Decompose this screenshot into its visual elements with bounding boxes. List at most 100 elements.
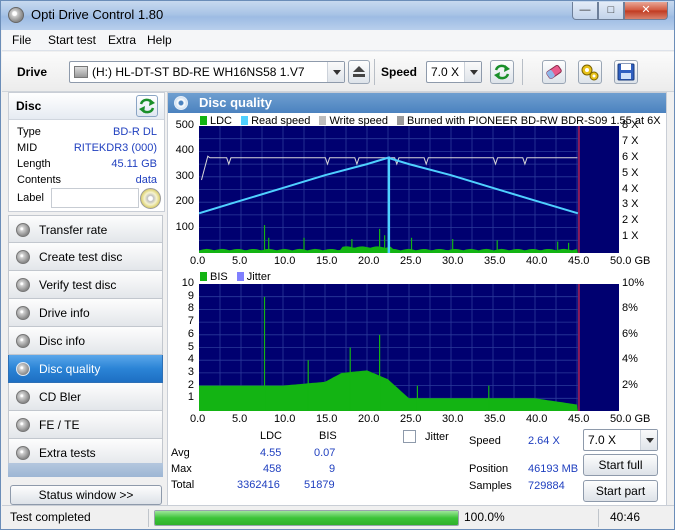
bis-area bbox=[199, 370, 578, 411]
status-window-button[interactable]: Status window >> bbox=[10, 485, 162, 505]
refresh-icon bbox=[139, 98, 155, 114]
legend-swatch bbox=[397, 116, 405, 125]
ldc-chart bbox=[199, 126, 619, 253]
legend-bis-label: BIS bbox=[210, 271, 228, 283]
stats-avg-label: Avg bbox=[171, 447, 190, 459]
nav-label: Disc info bbox=[39, 334, 86, 348]
disc-icon bbox=[16, 278, 30, 292]
disc-quality-header: Disc quality bbox=[168, 93, 666, 113]
menu-extra[interactable]: Extra bbox=[108, 33, 136, 47]
chart1-y2-tick: 4 X bbox=[622, 182, 639, 195]
nav-transfer-rate[interactable]: Transfer rate bbox=[8, 215, 163, 243]
disc-label-label: Label bbox=[17, 192, 44, 204]
chart1-y2-tick: 3 X bbox=[622, 198, 639, 211]
disc-label-cd-icon[interactable] bbox=[140, 188, 161, 209]
close-button[interactable]: ✕ bbox=[624, 2, 668, 20]
menu-file[interactable]: File bbox=[12, 33, 31, 47]
save-button[interactable] bbox=[614, 60, 638, 84]
legend-jitter: Jitter bbox=[236, 271, 271, 283]
nav-cd-bler[interactable]: CD Bler bbox=[8, 383, 163, 411]
nav-label: CD Bler bbox=[39, 390, 82, 404]
legend-jitter-label: Jitter bbox=[246, 271, 271, 283]
stats-total-label: Total bbox=[171, 479, 195, 491]
elapsed-time: 40:46 bbox=[610, 510, 641, 524]
chart2-y-tick: 2 bbox=[187, 378, 194, 391]
disc-quality-title: Disc quality bbox=[199, 95, 272, 110]
start-part-button[interactable]: Start part bbox=[583, 480, 658, 502]
speed-select[interactable]: 7.0 X bbox=[426, 61, 482, 83]
position-value: 46193 MB bbox=[528, 463, 579, 475]
chart2-y2-tick: 6% bbox=[622, 327, 638, 340]
speed-value: 2.64 X bbox=[528, 435, 560, 447]
chart1-x-tick: 35.0 bbox=[484, 255, 506, 267]
options-button[interactable] bbox=[578, 60, 602, 84]
nav-drive-info[interactable]: Drive info bbox=[8, 299, 163, 327]
chart2-x-tick: 0.0 bbox=[190, 413, 206, 425]
toolbar: Drive (H:) HL-DT-ST BD-RE WH16NS58 1.V7 … bbox=[2, 52, 674, 92]
jitter-checkbox[interactable] bbox=[403, 430, 416, 443]
nav-label: Extra tests bbox=[39, 446, 96, 460]
menu-start-test[interactable]: Start test bbox=[48, 33, 96, 47]
legend-swatch bbox=[200, 116, 207, 125]
chart1-x-tick: 20.0 bbox=[358, 255, 380, 267]
chart2-y2-tick: 2% bbox=[622, 378, 638, 391]
chart1-x-tick: 0.0 bbox=[190, 255, 206, 267]
stats-total-bis: 51879 bbox=[304, 479, 335, 491]
erase-button[interactable] bbox=[542, 60, 566, 84]
chart1-y2-tick: 2 X bbox=[622, 214, 639, 227]
menu-bar: File Start test Extra Help bbox=[2, 30, 674, 51]
refresh-speed-button[interactable] bbox=[490, 60, 514, 84]
nav-disc-quality[interactable]: Disc quality bbox=[8, 355, 163, 383]
disc-icon bbox=[16, 250, 30, 264]
disc-mid-label: MID bbox=[17, 142, 38, 154]
toolbar-separator bbox=[374, 59, 375, 85]
left-panel: Disc Type BD-R DL MID RITEKDR3 (000) Len… bbox=[8, 92, 165, 508]
disc-header-title: Disc bbox=[16, 99, 42, 113]
chart2-x-tick: 40.0 bbox=[526, 413, 548, 425]
nav-verify-test-disc[interactable]: Verify test disc bbox=[8, 271, 163, 299]
jitter-checkbox-label: Jitter bbox=[425, 431, 449, 443]
minimize-button[interactable]: — bbox=[572, 2, 598, 20]
disc-label-input[interactable] bbox=[51, 188, 139, 208]
disc-icon bbox=[16, 362, 30, 376]
chevron-down-icon bbox=[327, 62, 344, 82]
chart2-y-tick: 7 bbox=[187, 315, 194, 328]
test-speed-select-value: 7.0 X bbox=[588, 433, 617, 447]
maximize-button[interactable]: □ bbox=[598, 2, 624, 20]
disc-quality-panel: Disc quality LDC Read speed Write speed … bbox=[167, 92, 667, 508]
chart2-legend: BIS Jitter bbox=[200, 271, 277, 283]
test-speed-select[interactable]: 7.0 X bbox=[583, 429, 658, 451]
chart1-x-tick: 40.0 bbox=[526, 255, 548, 267]
disc-header: Disc bbox=[9, 93, 164, 120]
stats-avg-bis: 0.07 bbox=[314, 447, 336, 459]
disc-icon bbox=[16, 390, 30, 404]
chart1-y-tick: 200 bbox=[175, 195, 194, 208]
bis-chart-svg bbox=[199, 284, 619, 411]
status-separator bbox=[598, 509, 599, 527]
nav-fe-te[interactable]: FE / TE bbox=[8, 411, 163, 439]
speed-label: Speed bbox=[469, 435, 501, 447]
menu-help[interactable]: Help bbox=[147, 33, 172, 47]
app-disc-icon bbox=[8, 7, 24, 23]
nav-label: FE / TE bbox=[39, 418, 80, 432]
nav-label: Verify test disc bbox=[39, 278, 117, 292]
nav-create-test-disc[interactable]: Create test disc bbox=[8, 243, 163, 271]
nav-label: Disc quality bbox=[39, 362, 101, 376]
refresh-disc-button[interactable] bbox=[136, 95, 158, 117]
start-full-button[interactable]: Start full bbox=[583, 454, 658, 476]
eject-button[interactable] bbox=[348, 60, 370, 84]
toolbar-separator bbox=[522, 59, 523, 85]
samples-label: Samples bbox=[469, 480, 512, 492]
chart2-y-tick: 5 bbox=[187, 340, 194, 353]
title-bar[interactable]: Opti Drive Control 1.80 — □ ✕ bbox=[1, 1, 674, 30]
progress-percent: 100.0% bbox=[464, 510, 505, 524]
chart2-y2-tick: 10% bbox=[622, 277, 645, 289]
window-controls: — □ ✕ bbox=[572, 2, 668, 20]
chart2-y-tick: 9 bbox=[187, 289, 194, 302]
drive-select[interactable]: (H:) HL-DT-ST BD-RE WH16NS58 1.V7 bbox=[69, 61, 345, 83]
disc-icon bbox=[16, 306, 30, 320]
legend-swatch bbox=[319, 116, 327, 125]
eject-icon bbox=[353, 66, 365, 77]
chart2-x-tick: 45.0 bbox=[568, 413, 590, 425]
nav-disc-info[interactable]: Disc info bbox=[8, 327, 163, 355]
